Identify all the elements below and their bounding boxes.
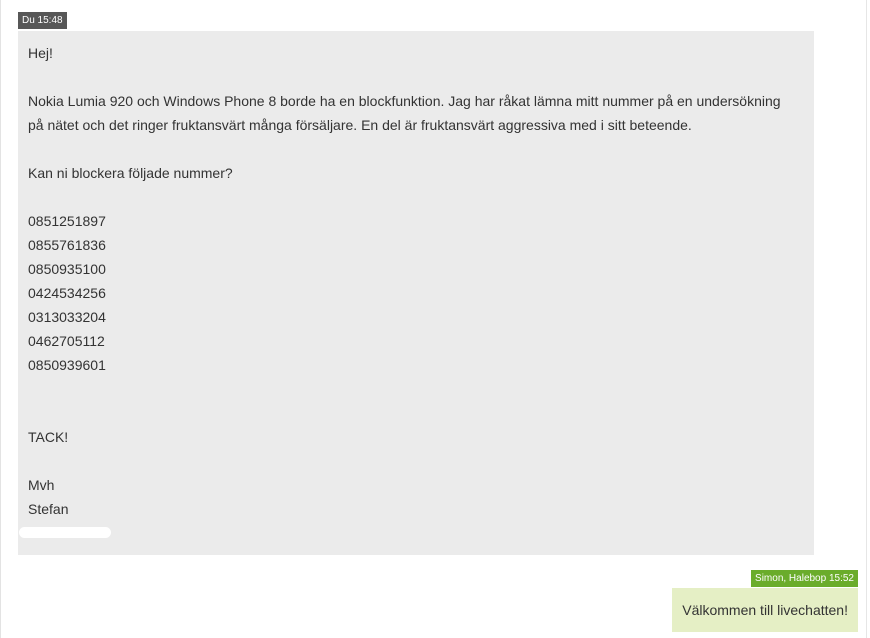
message-greeting: Hej! [28, 45, 53, 61]
chat-transcript: Du 15:48 Hej! Nokia Lumia 920 och Window… [0, 0, 866, 638]
phone-number: 0850935100 [28, 261, 106, 277]
phone-number: 0462705112 [28, 333, 105, 349]
agent-message-bubble: Välkommen till livechatten! [672, 588, 858, 632]
agent-message-tag: Simon, Halebop 15:52 [751, 570, 858, 587]
message-body-line: Nokia Lumia 920 och Windows Phone 8 bord… [28, 93, 781, 109]
scrollbar[interactable] [866, 0, 870, 638]
phone-number: 0313033204 [28, 309, 106, 325]
phone-number: 0424534256 [28, 285, 106, 301]
message-sender-name: Stefan [28, 501, 69, 517]
message-thanks: TACK! [28, 429, 69, 445]
phone-number: 0855761836 [28, 237, 106, 253]
message-question: Kan ni blockera följade nummer? [28, 165, 233, 181]
message-signoff: Mvh [28, 477, 55, 493]
user-message-bubble: Hej! Nokia Lumia 920 och Windows Phone 8… [18, 31, 814, 555]
redacted-text [19, 527, 111, 538]
phone-number: 0850939601 [28, 357, 106, 373]
message-body-line: på nätet och det ringer fruktansvärt mån… [28, 117, 692, 133]
user-message-tag: Du 15:48 [18, 12, 67, 29]
phone-number: 0851251897 [28, 213, 106, 229]
